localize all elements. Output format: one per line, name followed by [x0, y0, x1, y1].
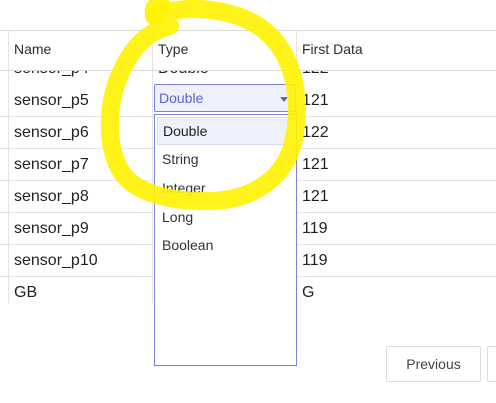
- first-data-cell: 122: [302, 124, 329, 141]
- type-dropdown-value: Double: [159, 90, 204, 106]
- type-option-long[interactable]: Long: [157, 203, 294, 231]
- sensor-name-cell: sensor_p4: [14, 71, 89, 79]
- sensor-name-cell: sensor_p10: [14, 252, 98, 269]
- column-divider: [8, 245, 9, 276]
- column-divider: [8, 277, 9, 303]
- data-preview-screen: Name Type First Data sensor_p4 Double 12…: [0, 0, 496, 403]
- first-data-cell: 121: [302, 188, 329, 205]
- column-header-first-data: First Data: [302, 41, 363, 57]
- type-option-double[interactable]: Double: [157, 117, 294, 145]
- type-options-menu: Double String Integer Long Boolean: [154, 114, 297, 366]
- column-divider: [152, 245, 153, 276]
- sensor-name-cell: sensor_p7: [14, 156, 89, 173]
- first-data-cell: 121: [302, 156, 329, 173]
- first-data-cell: 119: [302, 252, 328, 269]
- column-header-type: Type: [158, 41, 189, 57]
- column-divider: [8, 149, 9, 180]
- previous-button[interactable]: Previous: [386, 346, 481, 382]
- sensor-name-cell: sensor_p5: [14, 92, 89, 109]
- type-option-integer[interactable]: Integer: [157, 174, 294, 202]
- sensor-name-cell: sensor_p9: [14, 220, 89, 237]
- type-cell: Double: [158, 71, 209, 79]
- column-divider: [8, 31, 9, 70]
- column-header-name: Name: [14, 41, 52, 57]
- first-data-cell: 119: [302, 220, 328, 237]
- column-divider: [152, 181, 153, 212]
- column-divider: [296, 31, 297, 70]
- column-divider: [152, 213, 153, 244]
- type-option-string[interactable]: String: [157, 145, 294, 173]
- column-divider: [8, 117, 9, 148]
- first-data-cell: 122: [302, 71, 329, 79]
- sensor-name-cell: GB: [14, 284, 38, 301]
- column-divider: [8, 213, 9, 244]
- column-divider: [296, 85, 297, 116]
- column-divider: [152, 31, 153, 70]
- chevron-down-icon: [280, 97, 288, 102]
- type-option-boolean[interactable]: Boolean: [157, 231, 294, 259]
- column-divider: [152, 117, 153, 148]
- column-divider: [152, 149, 153, 180]
- next-button[interactable]: [487, 346, 496, 382]
- column-divider: [152, 85, 153, 116]
- table-header-row: Name Type First Data: [0, 31, 496, 71]
- first-data-cell: 121: [302, 92, 329, 109]
- first-data-cell: G: [302, 284, 315, 301]
- column-divider: [8, 181, 9, 212]
- type-dropdown[interactable]: Double: [154, 84, 296, 112]
- sensor-name-cell: sensor_p8: [14, 188, 89, 205]
- column-divider: [152, 277, 153, 303]
- column-divider: [8, 85, 9, 116]
- sensor-name-cell: sensor_p6: [14, 124, 89, 141]
